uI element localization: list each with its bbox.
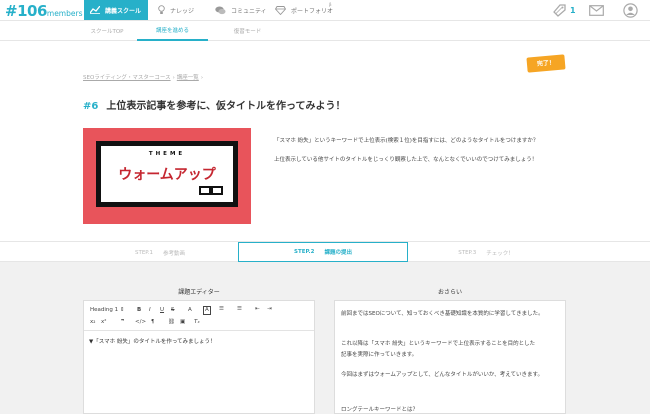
indent-right-icon[interactable]: ⇥ (267, 306, 272, 312)
chart-icon (90, 6, 100, 14)
eraser-shape (211, 186, 223, 195)
code-icon[interactable]: </> (135, 319, 146, 325)
tab-review-mode[interactable]: 復習モード (225, 21, 270, 41)
top-navigation: #106members 講義スクール ナレッジ コミュニティ ポートフォリオ β… (0, 0, 650, 21)
tab-label: 講座を進める (155, 28, 189, 34)
tag-icon[interactable] (552, 3, 567, 18)
step-3-tab[interactable]: STEP.3 チェック！ (409, 242, 563, 263)
review-text-line: 今回はまずはウォームアップとして、どんなタイトルがいいか、考えていきます。 (341, 372, 543, 378)
editor-heading: 課題エディター (178, 289, 220, 296)
assignment-editor[interactable]: Heading 1 ⇕ B I U S A A ☰ ☰ ⇤ ⇥ x₂ x² ❞ … (83, 300, 315, 414)
nav-school[interactable]: 講義スクール (84, 0, 148, 20)
quote-icon[interactable]: ❞ (121, 319, 124, 325)
eraser-shape (199, 186, 211, 195)
lesson-number: #6 (83, 101, 99, 112)
tab-label: スクールTOP (90, 29, 124, 35)
beta-label: β (329, 2, 332, 7)
nav-community[interactable]: コミュニティ (215, 0, 267, 20)
blackboard-frame: THEME ウォームアップ (97, 142, 237, 206)
editor-content[interactable]: ▼「スマホ 紛失」のタイトルを作ってみましょう！ (89, 337, 216, 345)
editor-toolbar: Heading 1 ⇕ B I U S A A ☰ ☰ ⇤ ⇥ x₂ x² ❞ … (84, 301, 314, 331)
step-label: 課題の提出 (324, 250, 352, 256)
diamond-icon (275, 5, 286, 15)
highlight-icon[interactable]: A (203, 306, 211, 315)
subscript-icon[interactable]: x₂ (90, 319, 95, 325)
tab-school-top[interactable]: スクールTOP (80, 21, 134, 41)
step-label: チェック！ (486, 250, 514, 257)
review-heading: おさらい (437, 289, 462, 296)
thumbnail-theme-label: THEME (148, 151, 186, 157)
breadcrumb-course-link[interactable]: SEOライティング・マスターコース (83, 75, 171, 81)
step-2-tab[interactable]: STEP.2 課題の提出 (238, 242, 408, 263)
lesson-thumbnail: THEME ウォームアップ (83, 128, 251, 224)
lesson-description-1: 「スマホ 紛失」というキーワードで上位表示(検索１位)を目指すには、どのようなタ… (274, 138, 539, 144)
nav-knowledge-label: ナレッジ (170, 7, 195, 15)
breadcrumb: SEOライティング・マスターコース › 講座一覧 › (83, 75, 204, 81)
tab-proceed[interactable]: 講座を進める (137, 21, 208, 41)
superscript-icon[interactable]: x² (101, 319, 106, 325)
step-number: STEP.1 (134, 249, 154, 256)
tab-label: 復習モード (233, 29, 262, 35)
chat-icon (215, 6, 226, 14)
align-left-icon[interactable]: ☰ (219, 306, 224, 312)
step-tabs: STEP.1 参考動画 STEP.2 課題の提出 STEP.3 チェック！ (0, 241, 650, 263)
review-text-line: ロングテールキーワードとは？ (341, 407, 419, 413)
font-color-icon[interactable]: A (188, 307, 192, 313)
link-icon[interactable]: ⛓ (168, 319, 175, 325)
clear-format-icon[interactable]: Tₓ (194, 319, 200, 325)
step-1-tab[interactable]: STEP.1 参考動画 (83, 242, 237, 263)
thumbnail-title: ウォームアップ (118, 167, 216, 183)
strikethrough-icon[interactable]: S (171, 307, 175, 313)
site-logo[interactable]: #106members (5, 2, 82, 23)
lesson-title: 上位表示記事を参考に、仮タイトルを作ってみよう！ (106, 101, 346, 112)
bulb-icon (158, 5, 165, 14)
lesson-description-2: 上位表示している他サイトのタイトルをじっくり観察した上で、なんとなくでいいのでつ… (274, 157, 538, 163)
indent-left-icon[interactable]: ⇤ (255, 306, 260, 312)
format-select[interactable]: Heading 1 ⇕ (90, 307, 125, 313)
logo-sub-text: members (46, 9, 83, 18)
bold-icon[interactable]: B (137, 307, 141, 313)
page-title: #6 上位表示記事を参考に、仮タイトルを作ってみよう！ (83, 97, 346, 112)
paragraph-icon[interactable]: ¶ (151, 319, 155, 325)
step-number: STEP.2 (294, 249, 315, 255)
step-number: STEP.3 (458, 249, 477, 256)
review-text-line: 前回まではSEOについて、知っておくべき基礎知識を本質的に学習してきました。 (341, 311, 544, 317)
underline-icon[interactable]: U (160, 307, 164, 313)
user-avatar-icon[interactable] (623, 3, 638, 18)
notification-count: 1 (570, 6, 576, 15)
image-icon[interactable]: ▣ (180, 319, 185, 325)
nav-portfolio-label: ポートフォリオ (291, 7, 334, 15)
nav-school-label: 講義スクール (105, 7, 142, 15)
step-label: 参考動画 (163, 250, 186, 257)
italic-icon[interactable]: I (149, 307, 151, 313)
format-select-value: Heading 1 (90, 307, 119, 313)
nav-portfolio[interactable]: ポートフォリオ (275, 0, 333, 20)
review-text-line: 記事を実際に作っていきます。 (341, 352, 418, 358)
review-text-line: これ以降は「スマホ 紛失」というキーワードで上位表示することを目的とした (341, 341, 536, 347)
review-panel: 前回まではSEOについて、知っておくべき基礎知識を本質的に学習してきました。 こ… (334, 300, 566, 414)
align-center-icon[interactable]: ☰ (237, 306, 242, 312)
breadcrumb-lessons-link[interactable]: 講座一覧 (177, 75, 199, 81)
mail-icon[interactable] (589, 5, 604, 16)
sub-navigation: スクールTOP 講座を進める 復習モード (0, 21, 650, 41)
nav-knowledge[interactable]: ナレッジ (158, 0, 194, 20)
nav-community-label: コミュニティ (231, 7, 267, 15)
logo-main-text: #106 (5, 2, 47, 20)
